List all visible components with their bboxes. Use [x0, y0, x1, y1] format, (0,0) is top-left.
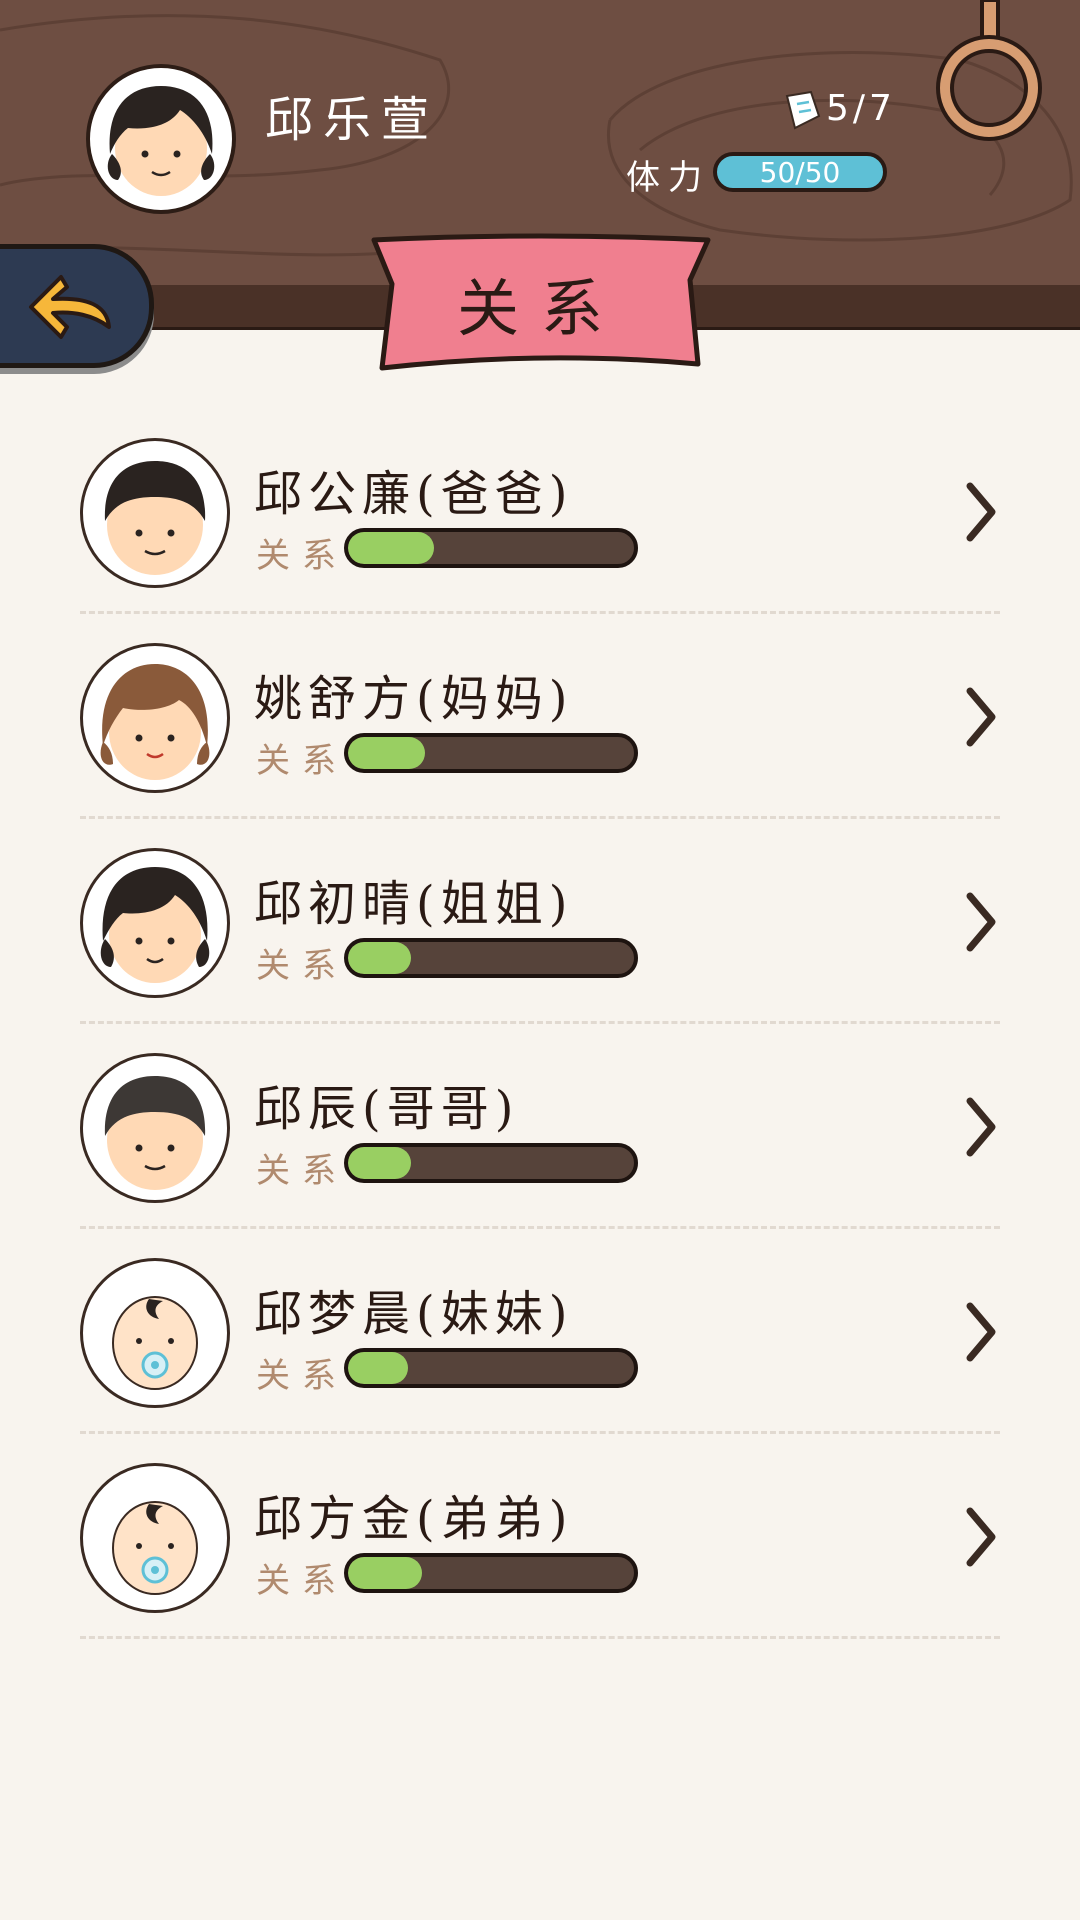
chevron-right-icon[interactable]: [960, 1300, 1000, 1364]
relation-bar: [344, 528, 638, 568]
stamina-bar: 50/50: [713, 152, 887, 192]
avatar-baby: [80, 1258, 230, 1408]
chevron-right-icon[interactable]: [960, 685, 1000, 749]
row-divider: [80, 611, 1000, 614]
relation-bar: [344, 1348, 638, 1388]
chevron-right-icon[interactable]: [960, 1505, 1000, 1569]
relation-label: 关系: [256, 1561, 348, 1601]
relation-name: 邱辰(哥哥): [254, 1081, 520, 1137]
relation-label: 关系: [256, 741, 348, 781]
ring-icon[interactable]: [930, 0, 1050, 150]
avatar-brother: [80, 1053, 230, 1203]
relation-label: 关系: [256, 1151, 348, 1191]
relation-label: 关系: [256, 536, 348, 576]
relation-bar-fill: [348, 737, 426, 769]
relation-name: 姚舒方(妈妈): [254, 671, 574, 727]
relation-row-younger-brother[interactable]: 邱方金(弟弟) 关系: [80, 1445, 1000, 1650]
relation-row-brother[interactable]: 邱辰(哥哥) 关系: [80, 1035, 1000, 1240]
relation-bar: [344, 1553, 638, 1593]
chevron-right-icon[interactable]: [960, 890, 1000, 954]
relation-bar-fill: [348, 942, 411, 974]
chevron-right-icon[interactable]: [960, 1095, 1000, 1159]
player-avatar[interactable]: [86, 64, 236, 214]
back-button[interactable]: [0, 244, 154, 368]
avatar-father: [80, 438, 230, 588]
row-divider: [80, 816, 1000, 819]
avatar-baby: [80, 1463, 230, 1613]
relation-row-mother[interactable]: 姚舒方(妈妈) 关系: [80, 625, 1000, 830]
row-divider: [80, 1431, 1000, 1434]
relation-bar-fill: [348, 1147, 411, 1179]
avatar-sister: [80, 848, 230, 998]
relation-label: 关系: [256, 946, 348, 986]
stamina-value: 50/50: [759, 155, 841, 189]
player-name: 邱乐萱: [265, 92, 440, 148]
relation-row-younger-sister[interactable]: 邱梦晨(妹妹) 关系: [80, 1240, 1000, 1445]
back-arrow-icon: [29, 275, 111, 339]
relation-bar-fill: [348, 532, 434, 564]
row-divider: [80, 1636, 1000, 1639]
relation-bar: [344, 733, 638, 773]
relation-bar: [344, 1143, 638, 1183]
relation-name: 邱公廉(爸爸): [254, 466, 574, 522]
ticket-icon: [785, 90, 821, 130]
avatar-mother: [80, 643, 230, 793]
chevron-right-icon[interactable]: [960, 480, 1000, 544]
row-divider: [80, 1021, 1000, 1024]
stamina-label: 体力: [626, 158, 710, 198]
relation-row-father[interactable]: 邱公廉(爸爸) 关系: [80, 420, 1000, 625]
relation-bar: [344, 938, 638, 978]
relation-label: 关系: [256, 1356, 348, 1396]
row-divider: [80, 1226, 1000, 1229]
relation-name: 邱方金(弟弟): [254, 1491, 574, 1547]
page-title: 关系: [456, 272, 625, 345]
relation-name: 邱初晴(姐姐): [254, 876, 574, 932]
relation-name: 邱梦晨(妹妹): [254, 1286, 574, 1342]
relation-bar-fill: [348, 1352, 409, 1384]
relation-row-sister[interactable]: 邱初晴(姐姐) 关系: [80, 830, 1000, 1035]
relation-bar-fill: [348, 1557, 423, 1589]
ticket-count: 5/7: [826, 88, 896, 129]
title-banner: 关系: [368, 232, 714, 372]
